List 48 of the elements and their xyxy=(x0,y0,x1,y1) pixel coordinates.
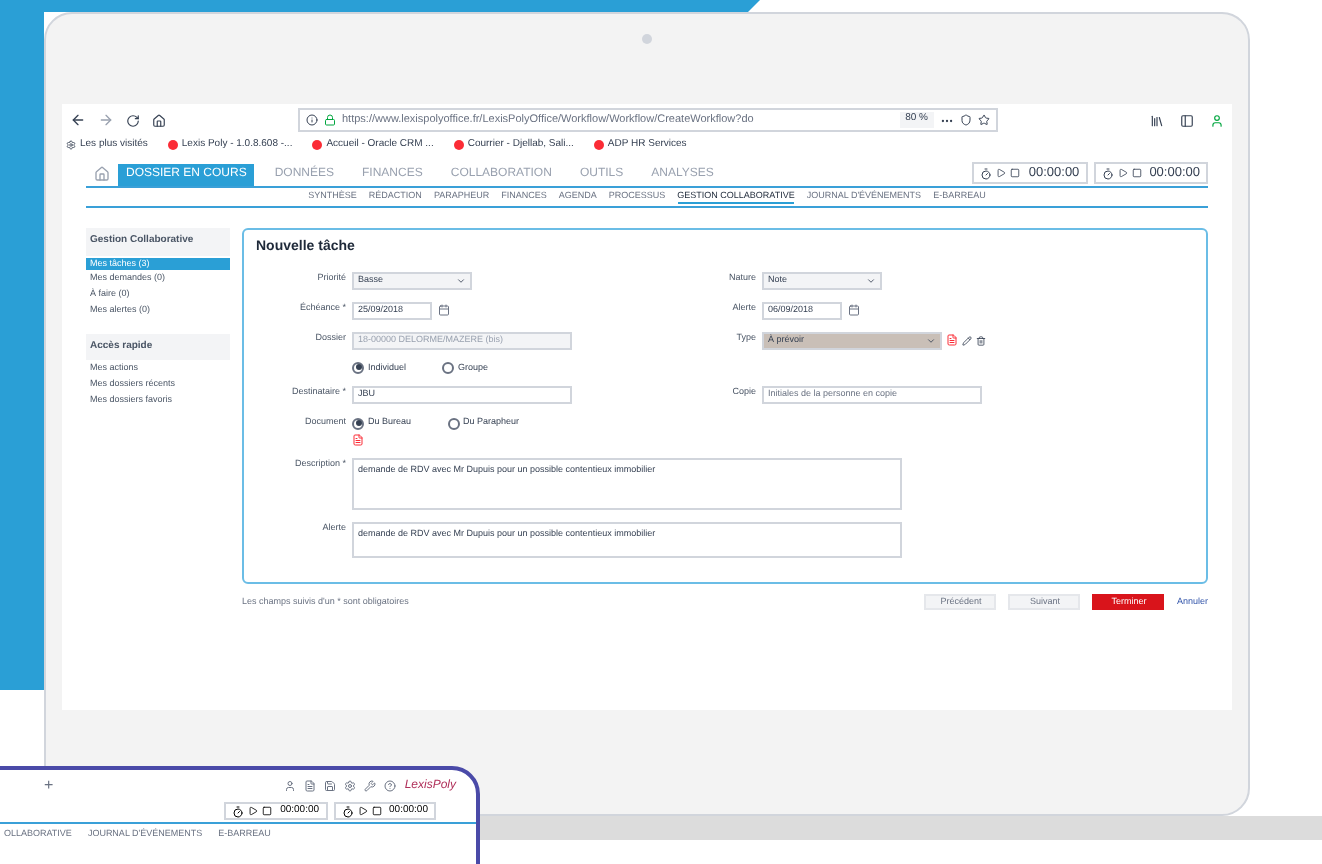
caret-icon xyxy=(866,275,876,285)
user-icon[interactable] xyxy=(284,780,297,792)
play-icon xyxy=(996,168,1007,178)
sidebar-icon[interactable] xyxy=(1180,113,1194,127)
radio-button[interactable] xyxy=(442,361,455,374)
caret-icon xyxy=(926,335,936,345)
site-icon xyxy=(453,140,464,150)
site-icon xyxy=(312,140,323,150)
library-icon[interactable] xyxy=(1150,113,1164,127)
stopwatch-icon xyxy=(232,805,245,817)
save-icon[interactable] xyxy=(324,780,337,792)
back-icon[interactable] xyxy=(70,112,86,128)
radio-button[interactable] xyxy=(352,361,364,374)
site-icon xyxy=(593,140,604,150)
radio-button[interactable] xyxy=(352,417,364,430)
radio-button[interactable] xyxy=(447,417,460,430)
file-icon[interactable] xyxy=(946,334,958,346)
document-icon[interactable] xyxy=(304,780,317,792)
stopwatch-icon xyxy=(341,805,354,817)
gear-icon xyxy=(66,140,76,150)
new-tab-button[interactable]: + xyxy=(44,774,54,798)
stopwatch-icon xyxy=(980,167,993,179)
lock-icon xyxy=(324,114,336,126)
caret-icon xyxy=(456,275,466,285)
stop-icon xyxy=(1010,168,1021,178)
reload-icon[interactable] xyxy=(126,113,140,127)
settings-icon[interactable] xyxy=(344,780,357,792)
calendar-icon[interactable] xyxy=(438,304,450,316)
calendar-icon[interactable] xyxy=(848,304,860,316)
trash-icon[interactable] xyxy=(976,335,986,345)
site-icon xyxy=(167,140,178,150)
star-icon[interactable] xyxy=(978,114,990,126)
play-icon xyxy=(248,806,259,816)
play-icon xyxy=(357,806,368,816)
wrench-icon[interactable] xyxy=(364,780,377,792)
camera-icon xyxy=(642,34,652,44)
info-icon xyxy=(306,114,318,126)
account-icon[interactable] xyxy=(1210,113,1224,127)
home-icon[interactable] xyxy=(152,113,166,127)
forward-icon[interactable] xyxy=(98,112,114,128)
file-icon[interactable] xyxy=(352,434,364,446)
stop-icon xyxy=(262,806,273,816)
stopwatch-icon xyxy=(1101,167,1114,179)
stop-icon xyxy=(371,806,382,816)
play-icon xyxy=(1117,168,1128,178)
help-icon[interactable] xyxy=(384,780,397,792)
pencil-icon[interactable] xyxy=(962,335,972,345)
stop-icon xyxy=(1131,168,1142,178)
